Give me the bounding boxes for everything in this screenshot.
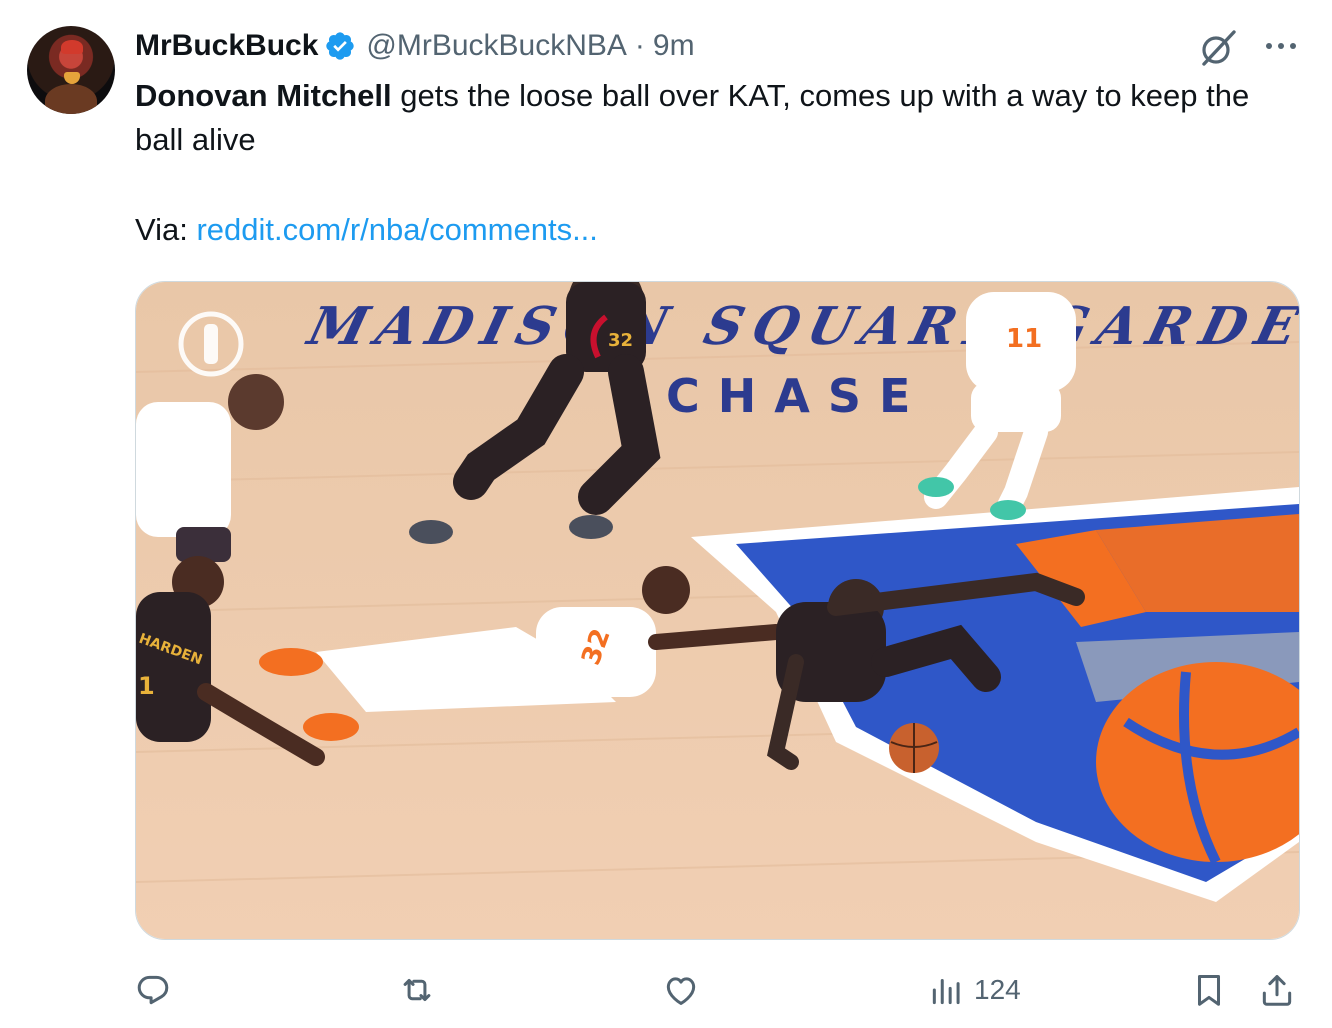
avatar[interactable] xyxy=(27,26,115,114)
avatar-rooster-body xyxy=(45,84,97,114)
grok-icon[interactable] xyxy=(1196,26,1240,70)
tweet-header: MrBuckBuck @MrBuckBuckNBA · 9m xyxy=(135,26,695,66)
via-line: Via: reddit.com/r/nba/comments... xyxy=(135,208,598,252)
via-label: Via: xyxy=(135,212,197,247)
verified-badge-icon xyxy=(326,32,355,60)
court-text-msg: MADISON SQUARE GARDEN xyxy=(300,296,1299,357)
more-icon[interactable] xyxy=(1258,24,1304,68)
separator-dot: · xyxy=(634,29,645,62)
jersey-number-knicks: 11 xyxy=(1006,324,1042,354)
share-button[interactable] xyxy=(1258,966,1296,1014)
tweet-text-bold: Donovan Mitchell xyxy=(135,78,392,113)
timestamp[interactable]: 9m xyxy=(653,29,695,63)
views-button[interactable]: 124 xyxy=(928,966,1021,1014)
reply-button[interactable] xyxy=(134,966,172,1014)
basketball-court-image: MADISON SQUARE GARDEN CHASE 32 11 HARDEN… xyxy=(136,282,1299,939)
share-icon xyxy=(1262,975,1292,1006)
views-icon xyxy=(932,978,960,1005)
tweet-actions: 124 xyxy=(0,966,1332,1014)
basketball xyxy=(889,723,939,773)
retweet-button[interactable] xyxy=(398,966,436,1014)
like-button[interactable] xyxy=(662,966,700,1014)
jersey-number-cavs-floor: 1 xyxy=(138,672,155,700)
avatar-rooster-beak xyxy=(64,72,80,84)
bookmark-button[interactable] xyxy=(1190,966,1228,1014)
views-count: 124 xyxy=(974,974,1021,1005)
reply-icon xyxy=(137,975,169,1005)
tweet-text: Donovan Mitchell gets the loose ball ove… xyxy=(135,74,1285,162)
via-link[interactable]: reddit.com/r/nba/comments... xyxy=(196,212,597,247)
tweet-media[interactable]: MADISON SQUARE GARDEN CHASE 32 11 HARDEN… xyxy=(135,281,1300,940)
avatar-rooster-comb xyxy=(61,40,83,54)
jersey-number-cavs: 32 xyxy=(608,330,633,351)
court-text-chase: CHASE xyxy=(666,369,928,423)
retweet-icon xyxy=(403,978,431,1002)
author-handle[interactable]: @MrBuckBuckNBA xyxy=(366,29,627,63)
like-icon xyxy=(666,977,696,1005)
author-name[interactable]: MrBuckBuck xyxy=(135,29,318,63)
bookmark-icon xyxy=(1197,975,1221,1006)
